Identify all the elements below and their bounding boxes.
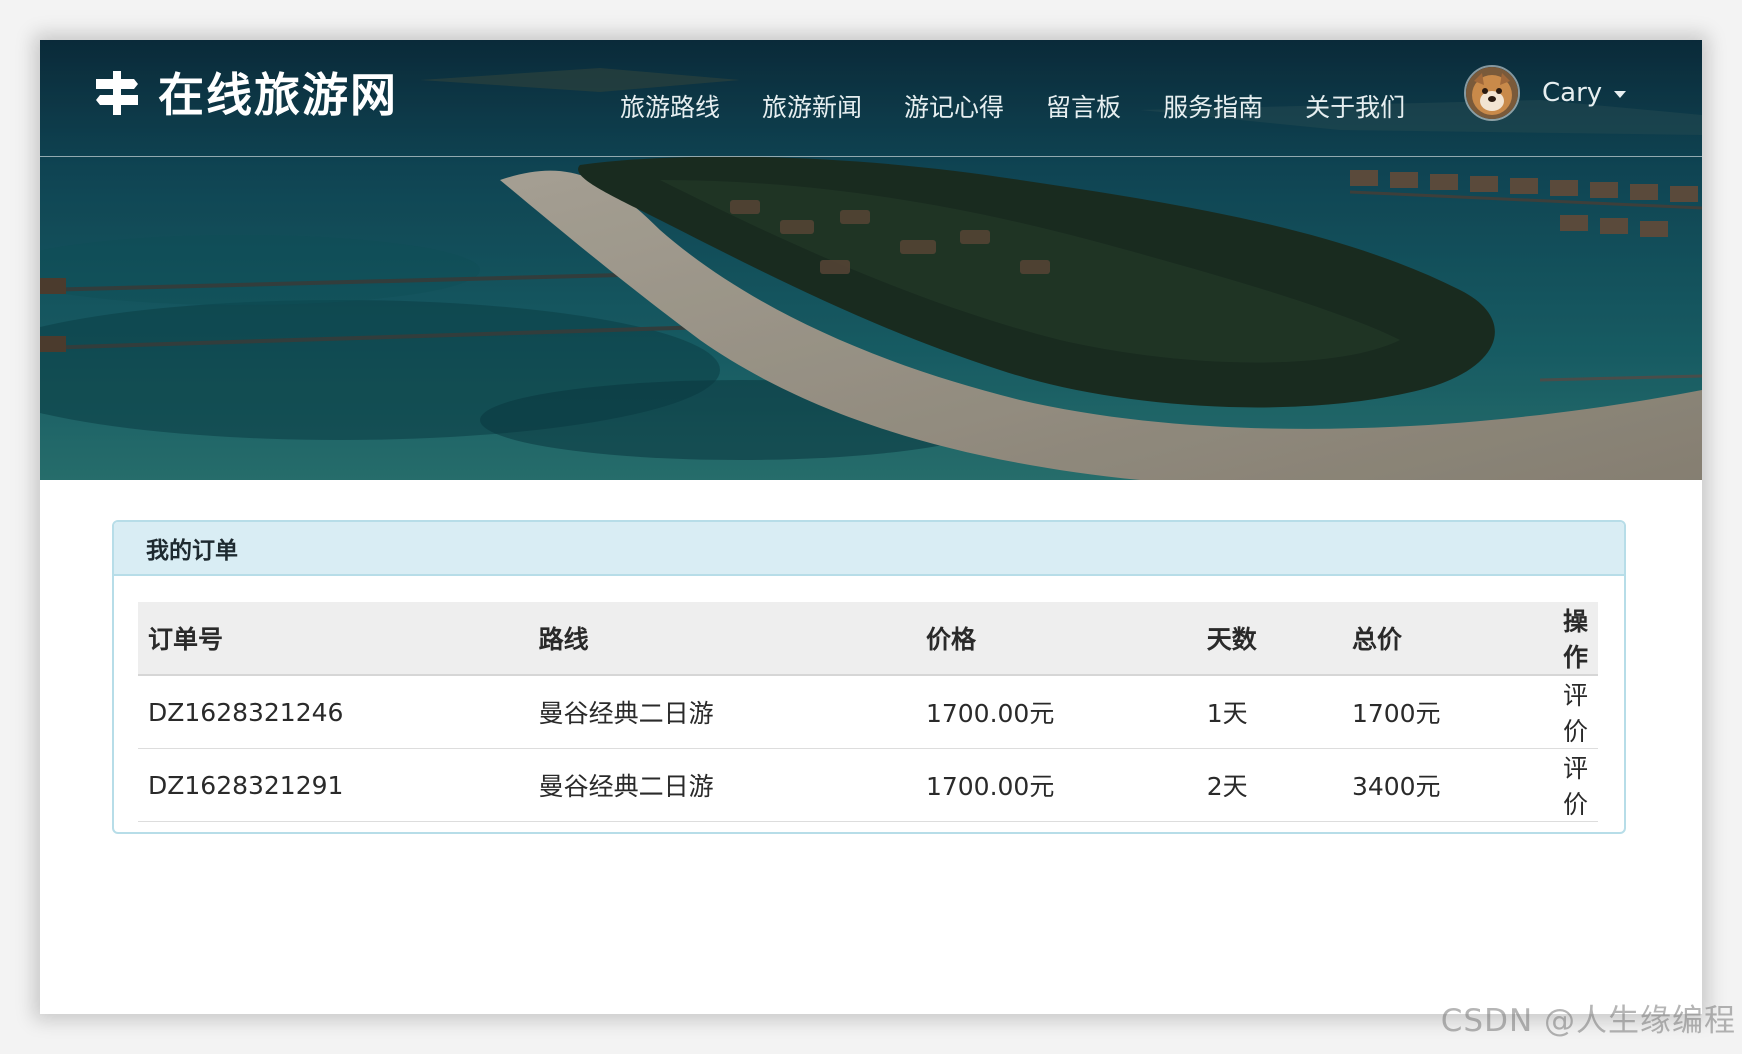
brand-title: 在线旅游网 [158,68,398,122]
review-link[interactable]: 评价 [1563,681,1588,746]
page-frame: 在线旅游网 旅游路线 旅游新闻 游记心得 留言板 服务指南 关于我们 Cary … [40,40,1702,1014]
cell-price: 1700.00元 [915,675,1197,749]
orders-panel: 我的订单 订单号 路线 价格 天数 总价 操作 DZ1628321246 曼谷经… [112,520,1626,834]
nav-item-about-us[interactable]: 关于我们 [1305,88,1405,124]
nav-item-routes[interactable]: 旅游路线 [620,88,720,124]
hero-banner: 在线旅游网 旅游路线 旅游新闻 游记心得 留言板 服务指南 关于我们 Cary [40,40,1702,480]
table-header-row: 订单号 路线 价格 天数 总价 操作 [138,602,1598,676]
header-total: 总价 [1341,602,1553,676]
panel-heading: 我的订单 [114,522,1624,576]
header-price: 价格 [915,602,1197,676]
nav-item-message-board[interactable]: 留言板 [1046,88,1121,124]
cell-total: 3400元 [1341,748,1553,822]
cell-order-id: DZ1628321246 [138,675,529,749]
header-route: 路线 [528,602,916,676]
cell-days: 1天 [1196,675,1342,749]
user-menu[interactable]: Cary [1464,65,1627,121]
username: Cary [1542,78,1603,108]
orders-table: 订单号 路线 价格 天数 总价 操作 DZ1628321246 曼谷经典二日游 … [138,602,1598,822]
top-navbar: 在线旅游网 旅游路线 旅游新闻 游记心得 留言板 服务指南 关于我们 Cary [40,40,1702,157]
cell-order-id: DZ1628321291 [138,748,529,822]
table-row: DZ1628321246 曼谷经典二日游 1700.00元 1天 1700元 评… [138,675,1598,749]
nav-item-travel-notes[interactable]: 游记心得 [904,88,1004,124]
table-row: DZ1628321291 曼谷经典二日游 1700.00元 2天 3400元 评… [138,748,1598,822]
header-action: 操作 [1552,602,1598,676]
cell-route: 曼谷经典二日游 [528,675,916,749]
cell-total: 1700元 [1341,675,1553,749]
watermark: CSDN @人生缘编程 [1440,1003,1736,1039]
nav-item-service-guide[interactable]: 服务指南 [1163,88,1263,124]
header-days: 天数 [1196,602,1342,676]
cell-price: 1700.00元 [915,748,1197,822]
chevron-down-icon [1614,90,1627,98]
avatar [1464,65,1520,121]
signpost-icon [96,71,138,115]
cell-route: 曼谷经典二日游 [528,748,916,822]
nav-item-news[interactable]: 旅游新闻 [762,88,862,124]
cell-days: 2天 [1196,748,1342,822]
header-order-id: 订单号 [138,602,529,676]
review-link[interactable]: 评价 [1563,754,1588,819]
dog-avatar-icon [1466,67,1518,119]
main-nav: 旅游路线 旅游新闻 游记心得 留言板 服务指南 关于我们 [620,82,1447,130]
brand[interactable]: 在线旅游网 [94,62,398,122]
